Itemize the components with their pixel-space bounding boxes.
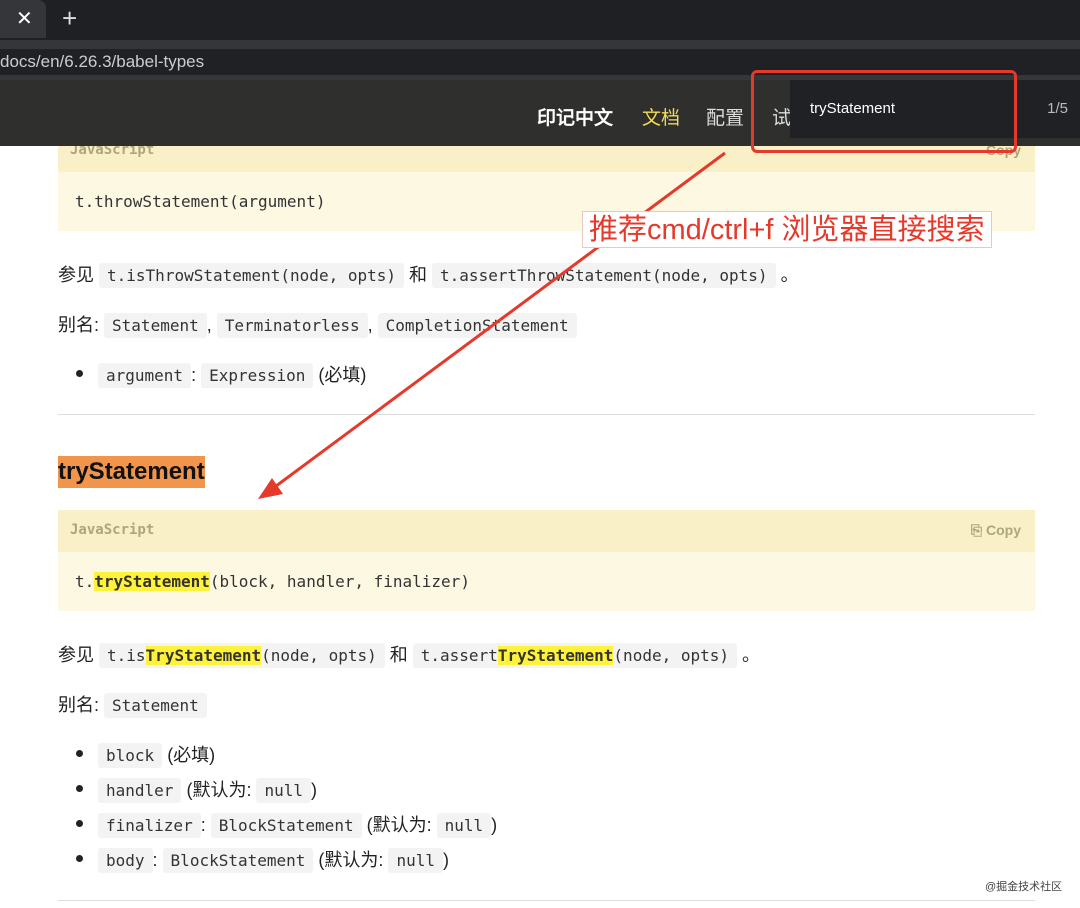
arrow-annotation-icon	[258, 151, 726, 499]
watermark: @掘金技术社区	[985, 881, 1063, 893]
annotation-text: 推荐cmd/ctrl+f 浏览器直接搜索	[582, 211, 992, 248]
